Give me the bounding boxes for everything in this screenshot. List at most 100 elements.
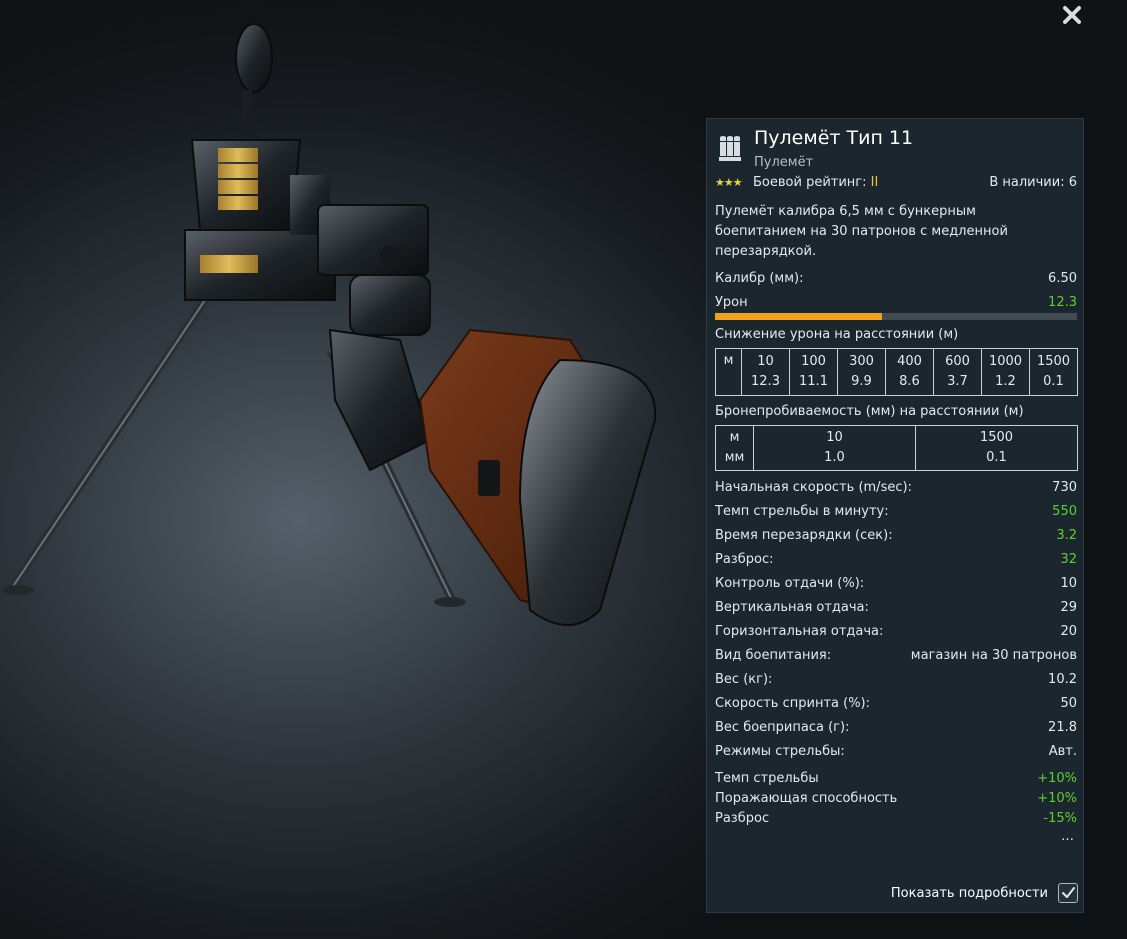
penetration-value: 1.0 bbox=[824, 450, 845, 465]
falloff-distance: 10 bbox=[757, 354, 774, 369]
modifier-value: +10% bbox=[1037, 791, 1077, 806]
stat-row: Вес (кг): 10.2 bbox=[715, 670, 1077, 690]
stat-label: Режимы стрельбы: bbox=[715, 744, 845, 759]
stat-value: 550 bbox=[1052, 504, 1077, 519]
close-icon bbox=[1063, 6, 1081, 24]
stat-row: Вертикальная отдача: 29 bbox=[715, 598, 1077, 618]
damage-bar bbox=[715, 313, 1077, 320]
stat-value: 29 bbox=[1060, 600, 1077, 615]
damage-bar-fill bbox=[715, 313, 882, 320]
show-details-label: Показать подробности bbox=[890, 886, 1048, 901]
weapon-info-panel: Пулемёт Тип 11 Пулемёт ★★★ Боевой рейтин… bbox=[706, 118, 1084, 913]
penetration-distance: 1500 bbox=[979, 430, 1014, 445]
falloff-cell: 300 9.9 bbox=[837, 348, 886, 396]
falloff-cell: 600 3.7 bbox=[933, 348, 982, 396]
penetration-value: 0.1 bbox=[986, 450, 1007, 465]
stat-row: Горизонтальная отдача: 20 bbox=[715, 622, 1077, 642]
stat-value: 730 bbox=[1052, 480, 1077, 495]
stat-row: Темп стрельбы в минуту: 550 bbox=[715, 502, 1077, 522]
falloff-cell: 1000 1.2 bbox=[981, 348, 1030, 396]
stat-value: 20 bbox=[1060, 624, 1077, 639]
penetration-title: Бронепробиваемость (мм) на расстоянии (м… bbox=[715, 404, 1024, 419]
battle-rating-value: II bbox=[870, 175, 879, 190]
stat-value: 32 bbox=[1060, 552, 1077, 567]
falloff-distance: 600 bbox=[945, 354, 970, 369]
modifier-value: +10% bbox=[1037, 771, 1077, 786]
stat-row: Контроль отдачи (%): 10 bbox=[715, 574, 1077, 594]
damage-falloff-table: м 10 12.3 100 11.1 300 9.9 400 8.6 600 3.7 10… bbox=[715, 348, 1078, 396]
falloff-unit: м bbox=[715, 348, 742, 396]
stat-row: Начальная скорость (m/sec): 730 bbox=[715, 478, 1077, 498]
modifier-row: Разброс -15% bbox=[715, 809, 1077, 829]
stat-label: Разброс: bbox=[715, 552, 774, 567]
falloff-distance: 100 bbox=[801, 354, 826, 369]
weapon-header: Пулемёт Тип 11 Пулемёт bbox=[715, 127, 1077, 177]
penetration-unit-cell: м мм bbox=[715, 425, 754, 471]
stat-label: Время перезарядки (сек): bbox=[715, 528, 893, 543]
stock-value: 6 bbox=[1068, 175, 1077, 190]
checkmark-icon bbox=[1062, 887, 1075, 898]
damage-row: Урон 12.3 bbox=[715, 293, 1077, 313]
stat-label: Вид боепитания: bbox=[715, 648, 832, 663]
falloff-distance: 300 bbox=[849, 354, 874, 369]
penetration-unit-distance: м bbox=[729, 430, 740, 445]
modifier-row: Поражающая способность +10% bbox=[715, 789, 1077, 809]
falloff-distance: 1000 bbox=[988, 354, 1023, 369]
falloff-value: 1.2 bbox=[995, 374, 1016, 389]
falloff-distance: 400 bbox=[897, 354, 922, 369]
stat-value: 50 bbox=[1060, 696, 1077, 711]
modifier-label: Поражающая способность bbox=[715, 791, 898, 806]
battle-rating-label: Боевой рейтинг: bbox=[753, 175, 867, 190]
modifier-row: Темп стрельбы +10% bbox=[715, 769, 1077, 789]
stat-row: Время перезарядки (сек): 3.2 bbox=[715, 526, 1077, 546]
stat-row: Вид боепитания: магазин на 30 патронов bbox=[715, 646, 1077, 666]
stat-row: Режимы стрельбы: Авт. bbox=[715, 742, 1077, 762]
penetration-unit-mm: мм bbox=[724, 450, 745, 465]
stat-value: 10 bbox=[1060, 576, 1077, 591]
falloff-value: 8.6 bbox=[899, 374, 920, 389]
falloff-cell: 100 11.1 bbox=[789, 348, 838, 396]
penetration-table: м мм 10 1.0 1500 0.1 bbox=[715, 425, 1078, 471]
close-button[interactable] bbox=[1061, 4, 1083, 26]
stat-value: 10.2 bbox=[1048, 672, 1077, 687]
falloff-value: 3.7 bbox=[947, 374, 968, 389]
falloff-cell: 400 8.6 bbox=[885, 348, 934, 396]
falloff-value: 0.1 bbox=[1043, 374, 1064, 389]
show-details-toggle[interactable]: Показать подробности bbox=[878, 883, 1078, 905]
stat-label: Контроль отдачи (%): bbox=[715, 576, 865, 591]
modifier-label: Темп стрельбы bbox=[715, 771, 819, 786]
more-indicator[interactable]: … bbox=[1061, 829, 1075, 844]
stat-label: Горизонтальная отдача: bbox=[715, 624, 884, 639]
falloff-value: 12.3 bbox=[751, 374, 780, 389]
falloff-value: 9.9 bbox=[851, 374, 872, 389]
stat-label: Вес боеприпаса (г): bbox=[715, 720, 850, 735]
modifier-label: Разброс bbox=[715, 811, 770, 826]
falloff-value: 11.1 bbox=[799, 374, 828, 389]
three-stars-icon: ★★★ bbox=[715, 176, 743, 189]
falloff-distance: 1500 bbox=[1036, 354, 1071, 369]
stat-label: Вес (кг): bbox=[715, 672, 773, 687]
rating-row: ★★★ Боевой рейтинг: II В наличии: 6 bbox=[715, 174, 1077, 192]
weapon-title: Пулемёт Тип 11 bbox=[754, 127, 914, 149]
modifier-value: -15% bbox=[1043, 811, 1077, 826]
damage-value: 12.3 bbox=[1048, 295, 1077, 310]
stat-row: Вес боеприпаса (г): 21.8 bbox=[715, 718, 1077, 738]
ammo-icon bbox=[719, 136, 741, 161]
stat-label: Скорость спринта (%): bbox=[715, 696, 870, 711]
penetration-distance: 10 bbox=[826, 430, 843, 445]
falloff-cell: 1500 0.1 bbox=[1029, 348, 1078, 396]
stat-label: Начальная скорость (m/sec): bbox=[715, 480, 912, 495]
caliber-label: Калибр (мм): bbox=[715, 271, 804, 286]
caliber-row: Калибр (мм): 6.50 bbox=[715, 269, 1077, 289]
show-details-checkbox[interactable] bbox=[1058, 883, 1078, 903]
stat-value: Авт. bbox=[1048, 744, 1077, 759]
weapon-type: Пулемёт bbox=[754, 155, 814, 170]
stock-count: В наличии: 6 bbox=[989, 174, 1077, 192]
stat-row: Скорость спринта (%): 50 bbox=[715, 694, 1077, 714]
weapon-model-image bbox=[2, 23, 657, 626]
penetration-cell: 10 1.0 bbox=[753, 425, 916, 471]
stat-label: Вертикальная отдача: bbox=[715, 600, 869, 615]
caliber-value: 6.50 bbox=[1048, 271, 1077, 286]
damage-falloff-title: Снижение урона на расстоянии (м) bbox=[715, 327, 959, 342]
damage-label: Урон bbox=[715, 295, 748, 310]
